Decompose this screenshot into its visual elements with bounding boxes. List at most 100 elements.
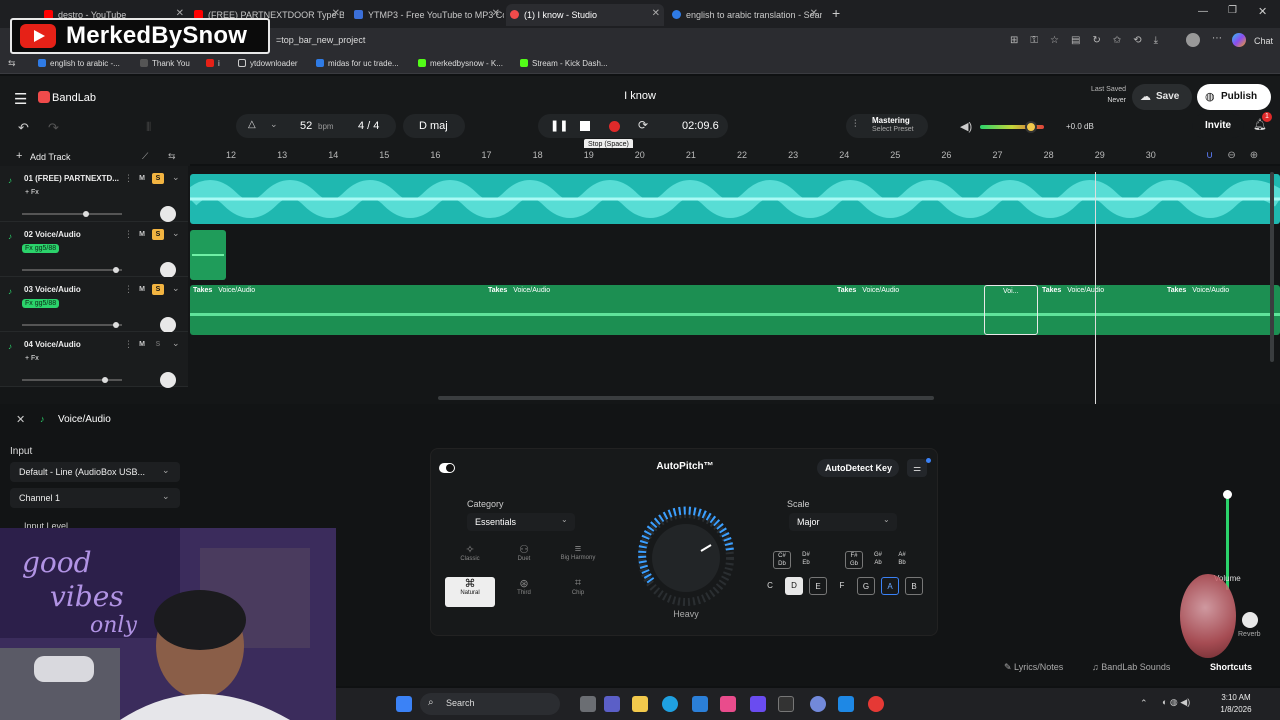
close-icon[interactable]: ✕ <box>332 8 340 19</box>
mode-classic[interactable]: ✧ Classic <box>445 543 495 573</box>
record-icon[interactable] <box>609 121 620 132</box>
key-f[interactable]: F <box>833 577 851 595</box>
audio-clip[interactable] <box>190 285 1280 335</box>
chevron-down-icon[interactable]: ⌄ <box>172 283 180 294</box>
tab-ytmp3[interactable]: YTMP3 - Free YouTube to MP3 Co ✕ <box>350 4 504 26</box>
strength-dial[interactable] <box>631 503 741 613</box>
fx-button[interactable]: + Fx <box>22 188 42 197</box>
tab-arabic-translation[interactable]: english to arabic translation - Sear ✕ <box>668 4 822 26</box>
magnet-icon[interactable]: ∪ <box>1206 150 1213 161</box>
bandlab-sounds-button[interactable]: ♫ BandLab Sounds <box>1092 662 1170 672</box>
audio-clip[interactable] <box>190 174 1280 224</box>
reverb-knob[interactable] <box>1242 612 1258 628</box>
pan-knob[interactable] <box>160 372 176 388</box>
volume-thumb[interactable] <box>83 211 90 217</box>
channel-select[interactable]: Channel 1 ⌄ <box>10 488 180 508</box>
mute-button[interactable]: M <box>136 339 148 350</box>
pan-knob[interactable] <box>160 262 176 278</box>
audio-clip[interactable] <box>190 230 226 280</box>
file-explorer-icon[interactable] <box>632 696 648 712</box>
track-header-2[interactable]: ♪ 02 Voice/Audio ⋮ M S ⌄ Fx gg5/88 <box>0 222 188 278</box>
volume-fader-thumb[interactable] <box>1223 490 1232 499</box>
terminal-icon[interactable] <box>778 696 794 712</box>
edge-icon[interactable] <box>662 696 678 712</box>
mute-button[interactable]: M <box>136 284 148 295</box>
zoom-out-icon[interactable]: ⊖ <box>1227 150 1235 161</box>
windows-start-icon[interactable] <box>396 696 412 712</box>
key-e[interactable]: E <box>809 577 827 595</box>
redo-icon[interactable]: ↷ <box>48 120 59 136</box>
speaker-mute-icon[interactable]: ◀) <box>960 120 972 133</box>
autopitch-power-toggle[interactable] <box>439 463 455 473</box>
close-icon[interactable]: ✕ <box>810 8 818 19</box>
chevron-down-icon[interactable]: ⌄ <box>172 228 180 239</box>
bookmark-item[interactable]: merkedbysnow - K... <box>418 59 503 68</box>
solo-button[interactable]: S <box>152 229 164 240</box>
key-d[interactable]: D <box>785 577 803 595</box>
pause-icon[interactable]: ❚❚ <box>550 119 568 132</box>
timeline-ruler[interactable]: 12 13 14 15 16 17 18 19 20 21 22 23 24 25 26 27 28 29 30 <box>190 148 1280 164</box>
refresh-icon[interactable]: ↻ <box>1092 35 1100 47</box>
mastering-button[interactable]: ⫶ Mastering Select Preset <box>846 114 928 138</box>
mode-third[interactable]: ⊛ Third <box>499 577 549 607</box>
input-device-select[interactable]: Default - Line (AudioBox USB... ⌄ <box>10 462 180 482</box>
volume-thumb[interactable] <box>113 267 120 273</box>
mixer-icon[interactable]: ⦀ <box>146 120 151 135</box>
chevron-down-icon[interactable]: ⌄ <box>172 172 180 183</box>
favorites-icon[interactable]: ✩ <box>1113 35 1121 47</box>
bookmark-item[interactable]: Stream - Kick Dash... <box>520 59 608 68</box>
key-selector[interactable]: D maj <box>403 114 465 138</box>
track-lane-3[interactable]: Takes Voice/Audio Takes Voice/Audio Take… <box>190 285 1280 337</box>
history-icon[interactable]: ⟲ <box>1133 35 1141 47</box>
reader-icon[interactable]: ▤ <box>1071 35 1080 47</box>
pan-knob[interactable] <box>160 317 176 333</box>
chevron-down-icon[interactable]: ⌄ <box>172 338 180 349</box>
track-volume-slider[interactable] <box>22 211 122 217</box>
zoom-in-icon[interactable]: ⊕ <box>1250 150 1258 161</box>
track-name[interactable]: 01 (FREE) PARTNEXTD... <box>24 174 119 183</box>
close-panel-icon[interactable]: ✕ <box>16 413 25 426</box>
time-signature[interactable]: 4 / 4 <box>358 120 379 132</box>
taskbar-search[interactable]: ⌕ Search <box>420 693 560 715</box>
bookmark-item[interactable]: i <box>206 59 220 68</box>
track-header-3[interactable]: ♪ 03 Voice/Audio ⋮ M S ⌄ Fx gg5/88 <box>0 277 188 333</box>
hamburger-menu-icon[interactable]: ☰ <box>14 90 27 108</box>
track-header-4[interactable]: ♪ 04 Voice/Audio ⋮ M S ⌄ + Fx <box>0 332 188 388</box>
minimize-icon[interactable]: — <box>1198 6 1208 17</box>
copilot-icon[interactable] <box>750 696 766 712</box>
vertical-scrollbar[interactable] <box>1270 172 1274 362</box>
lyrics-notes-button[interactable]: ✎ Lyrics/Notes <box>1004 662 1063 673</box>
metronome-icon[interactable]: △ <box>248 119 256 130</box>
horizontal-scrollbar[interactable] <box>438 396 934 400</box>
track-header-1[interactable]: ♪ 01 (FREE) PARTNEXTD... ⋮ M S ⌄ + Fx <box>0 166 188 222</box>
bpm-value[interactable]: 52 <box>300 120 312 132</box>
apps-icon[interactable]: ⊞ <box>1010 35 1018 47</box>
volume-thumb[interactable] <box>113 322 120 328</box>
mute-button[interactable]: M <box>136 229 148 240</box>
track-volume-slider[interactable] <box>22 377 122 383</box>
profile-avatar[interactable] <box>1186 33 1200 47</box>
task-view-icon[interactable] <box>580 696 596 712</box>
star-icon[interactable]: ☆ <box>1050 35 1059 47</box>
mode-natural[interactable]: ⌘ Natural <box>445 577 495 607</box>
tray-icons[interactable]: ◐ ◍ ◀) <box>1162 697 1190 708</box>
key-g-sharp[interactable]: G# Ab <box>869 551 887 569</box>
track-lane-1[interactable] <box>190 174 1280 226</box>
mode-chip[interactable]: ⌗ Chip <box>553 577 603 607</box>
key-f-sharp[interactable]: F# Gb <box>845 551 863 569</box>
solo-button[interactable]: S <box>152 339 164 350</box>
more-menu-icon[interactable]: ⋯ <box>1212 33 1222 44</box>
fx-button[interactable]: Fx gg5/88 <box>22 299 60 308</box>
stop-icon[interactable] <box>580 121 590 131</box>
tuner-icon[interactable]: ⟋ <box>142 151 148 162</box>
chat-label[interactable]: Chat <box>1254 36 1273 46</box>
loop-icon[interactable]: ⟳ <box>638 118 648 132</box>
key-a-sharp[interactable]: A# Bb <box>893 551 911 569</box>
copilot-icon[interactable] <box>1232 33 1246 47</box>
new-tab-plus-icon[interactable]: + <box>832 5 840 21</box>
scale-select[interactable]: Major ⌄ <box>789 513 897 531</box>
track-menu-icon[interactable]: ⋮ <box>124 173 133 184</box>
teams-icon[interactable] <box>604 696 620 712</box>
download-icon[interactable]: ⤓ <box>1154 35 1158 47</box>
key-c-sharp[interactable]: C# Db <box>773 551 791 569</box>
